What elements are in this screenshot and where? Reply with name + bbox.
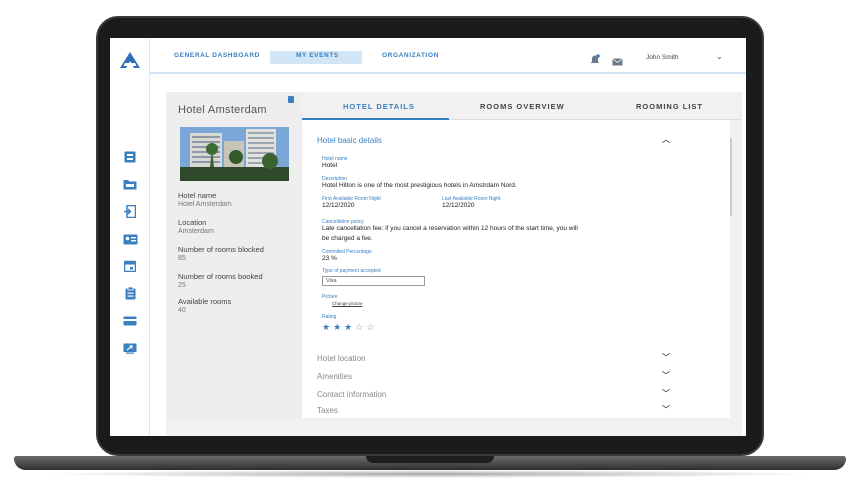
change-picture-link[interactable]: Change picture: [332, 301, 363, 306]
star-filled-icon[interactable]: ★: [322, 322, 333, 332]
star-filled-icon[interactable]: ★: [333, 322, 344, 332]
section-basic-details[interactable]: Hotel basic details: [317, 136, 382, 145]
star-empty-icon[interactable]: ☆: [355, 322, 366, 332]
available-rooms-label: Available rooms: [178, 297, 232, 306]
hotel-name-value: Hotel Amsterdam: [178, 201, 232, 208]
section-hotel-location[interactable]: Hotel location: [317, 354, 365, 363]
chevron-down-icon[interactable]: ﹀: [662, 352, 670, 363]
rating-label: Rating: [322, 314, 337, 320]
location-value: Amsterdam: [178, 228, 214, 235]
payment-input[interactable]: Visa: [322, 276, 425, 286]
rooms-booked-value: 25: [178, 282, 186, 289]
tab-bar: HOTEL DETAILS ROOMS OVERVIEW ROOMING LIS…: [302, 92, 742, 120]
last-night-value: 12/12/2020: [442, 202, 475, 209]
chevron-down-icon[interactable]: ﹀: [662, 404, 670, 415]
hotel-title: Hotel Amsterdam: [178, 104, 267, 116]
chevron-up-icon[interactable]: ︿: [662, 134, 670, 145]
main-content: Hotel Amsterdam Hotel name Hotel Amsterd…: [110, 38, 746, 436]
section-contact-information[interactable]: Contact information: [317, 390, 386, 399]
laptop-mockup: GENERAL DASHBOARD MY EVENTS ORGANIZATION…: [0, 0, 860, 503]
first-night-value: 12/12/2020: [322, 202, 355, 209]
laptop-shadow: [40, 470, 820, 478]
location-label: Location: [178, 218, 207, 227]
rooms-booked-label: Number of rooms booked: [178, 272, 263, 281]
star-empty-icon[interactable]: ☆: [366, 322, 377, 332]
laptop-notch: [366, 456, 494, 463]
section-taxes[interactable]: Taxes: [317, 406, 338, 415]
section-amenities[interactable]: Amenities: [317, 372, 352, 381]
tab-rooming-list[interactable]: ROOMING LIST: [636, 102, 703, 111]
hotel-name-field-value: Hotel: [322, 162, 338, 169]
chevron-down-icon[interactable]: ﹀: [662, 388, 670, 399]
available-rooms-value: 40: [178, 307, 186, 314]
commission-value: 23 %: [322, 255, 337, 262]
tab-rooms-overview[interactable]: ROOMS OVERVIEW: [480, 102, 565, 111]
cancellation-line-1: Late cancellation fee: if you cancel a r…: [322, 225, 578, 232]
rating-stars[interactable]: ★★★☆☆: [322, 322, 377, 333]
delete-icon[interactable]: [288, 96, 294, 103]
description-value: Hotel Hilton is one of the most prestigi…: [322, 182, 517, 189]
scrollbar[interactable]: [730, 138, 732, 216]
rooms-blocked-value: 85: [178, 255, 186, 262]
picture-label: Picture: [322, 294, 338, 300]
chevron-down-icon[interactable]: ﹀: [662, 370, 670, 381]
tab-hotel-details[interactable]: HOTEL DETAILS: [343, 102, 415, 111]
cancellation-line-2: be charged a fee.: [322, 235, 373, 242]
rooms-blocked-label: Number of rooms blocked: [178, 245, 264, 254]
hotel-name-label: Hotel name: [178, 191, 217, 200]
hotel-photo: [180, 127, 289, 181]
star-filled-icon[interactable]: ★: [344, 322, 355, 332]
payment-label: Type of payment accepted: [322, 268, 381, 274]
